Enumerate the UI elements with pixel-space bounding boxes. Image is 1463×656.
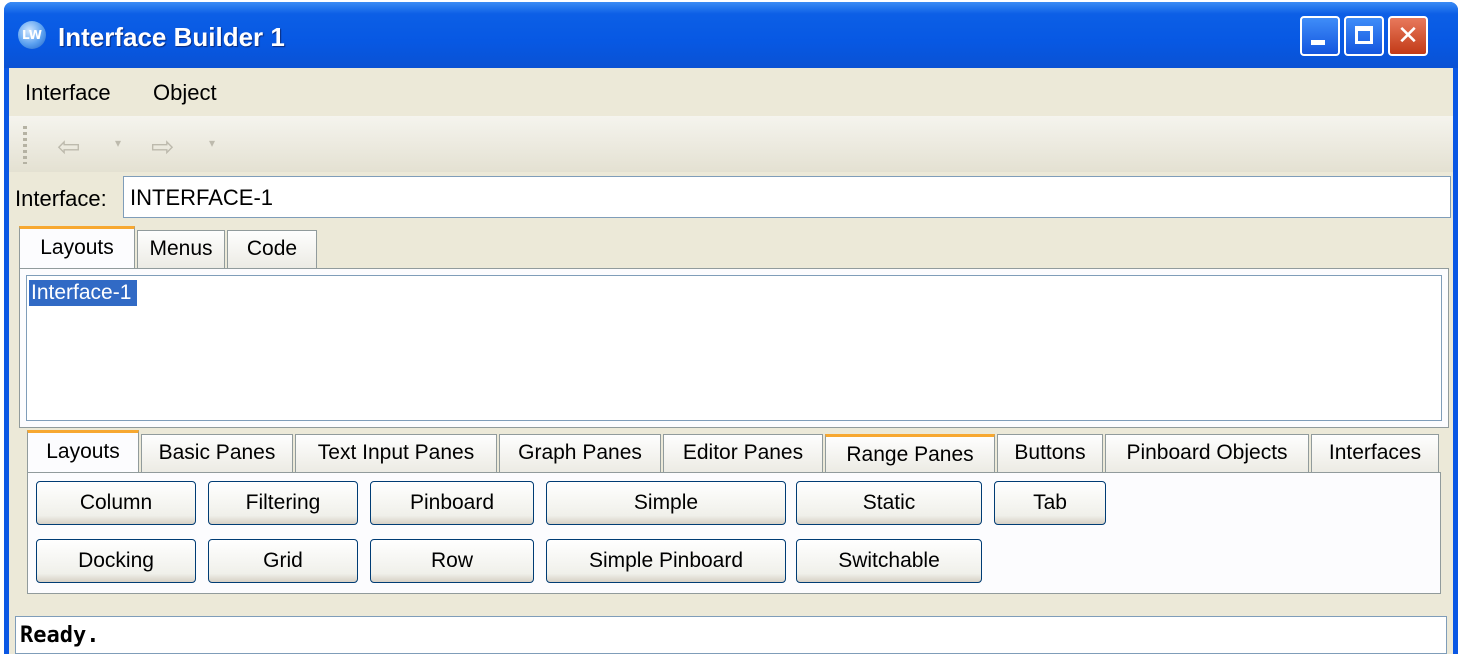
palette-tab-interfaces[interactable]: Interfaces bbox=[1311, 434, 1439, 472]
forward-arrow-icon[interactable]: ⇨ bbox=[151, 130, 174, 163]
maximize-button[interactable] bbox=[1344, 16, 1384, 56]
palette-tab-layouts[interactable]: Layouts bbox=[27, 430, 139, 472]
interface-label: Interface: bbox=[15, 186, 107, 211]
pinboard-button[interactable]: Pinboard bbox=[370, 481, 534, 525]
maximize-icon bbox=[1355, 26, 1373, 44]
status-bar: Ready. bbox=[15, 616, 1447, 654]
tab-button[interactable]: Tab bbox=[994, 481, 1106, 525]
toolbar-grip[interactable] bbox=[23, 126, 27, 164]
grid-button[interactable]: Grid bbox=[208, 539, 358, 583]
menu-interface[interactable]: Interface bbox=[25, 80, 111, 106]
row-button[interactable]: Row bbox=[370, 539, 534, 583]
forward-dropdown-icon[interactable]: ▾ bbox=[209, 136, 215, 150]
docking-button[interactable]: Docking bbox=[36, 539, 196, 583]
interface-name-field[interactable]: INTERFACE-1 bbox=[123, 176, 1451, 218]
filtering-button[interactable]: Filtering bbox=[208, 481, 358, 525]
list-item[interactable]: Interface-1 bbox=[29, 280, 138, 306]
window-title: Interface Builder 1 bbox=[58, 22, 285, 52]
minimize-icon bbox=[1311, 40, 1325, 45]
palette-tab-basic-panes[interactable]: Basic Panes bbox=[141, 434, 293, 472]
column-button[interactable]: Column bbox=[36, 481, 196, 525]
interface-builder-window: LW Interface Builder 1 ✕ Interface Objec… bbox=[4, 2, 1458, 654]
back-dropdown-icon[interactable]: ▾ bbox=[115, 136, 121, 150]
layouts-panel: Interface-1 bbox=[19, 268, 1449, 428]
toolbar: ⇦ ▾ ⇨ ▾ bbox=[9, 116, 1453, 172]
palette-tab-range-panes[interactable]: Range Panes bbox=[825, 434, 995, 472]
close-icon: ✕ bbox=[1397, 21, 1419, 51]
palette-tab-text-input-panes[interactable]: Text Input Panes bbox=[295, 434, 497, 472]
palette-panel: Column Filtering Pinboard Simple Static … bbox=[27, 472, 1441, 594]
app-logo-icon: LW bbox=[18, 21, 46, 49]
back-arrow-icon[interactable]: ⇦ bbox=[57, 130, 80, 163]
menu-bar: Interface Object bbox=[9, 68, 1453, 114]
switchable-button[interactable]: Switchable bbox=[796, 539, 982, 583]
palette-tab-editor-panes[interactable]: Editor Panes bbox=[663, 434, 823, 472]
layouts-list[interactable]: Interface-1 bbox=[26, 275, 1442, 421]
tab-code[interactable]: Code bbox=[227, 230, 317, 268]
window-client: Interface Object ⇦ ▾ ⇨ ▾ Interface: INTE… bbox=[9, 68, 1453, 654]
palette-tab-graph-panes[interactable]: Graph Panes bbox=[499, 434, 661, 472]
static-button[interactable]: Static bbox=[796, 481, 982, 525]
menu-object[interactable]: Object bbox=[153, 80, 217, 106]
tab-menus[interactable]: Menus bbox=[137, 230, 225, 268]
close-button[interactable]: ✕ bbox=[1388, 16, 1428, 56]
tab-layouts[interactable]: Layouts bbox=[19, 226, 135, 268]
palette-tab-buttons[interactable]: Buttons bbox=[997, 434, 1103, 472]
title-bar[interactable]: LW Interface Builder 1 ✕ bbox=[4, 2, 1458, 68]
minimize-button[interactable] bbox=[1300, 16, 1340, 56]
simple-button[interactable]: Simple bbox=[546, 481, 786, 525]
simple-pinboard-button[interactable]: Simple Pinboard bbox=[546, 539, 786, 583]
palette-tab-pinboard-objects[interactable]: Pinboard Objects bbox=[1105, 434, 1309, 472]
